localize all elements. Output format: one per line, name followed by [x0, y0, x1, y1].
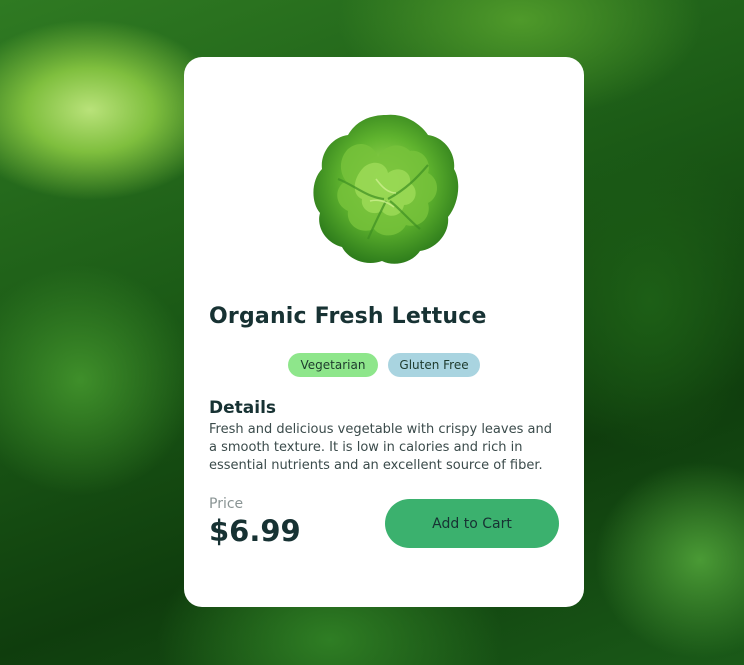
- product-title: Organic Fresh Lettuce: [209, 304, 487, 329]
- tag-list: Vegetarian Gluten Free: [288, 353, 480, 377]
- details-heading: Details: [209, 398, 277, 418]
- product-card: Organic Fresh Lettuce Vegetarian Gluten …: [184, 57, 584, 607]
- lettuce-image: [313, 114, 459, 264]
- price-label: Price: [209, 496, 244, 512]
- details-description: Fresh and delicious vegetable with crisp…: [209, 422, 552, 473]
- add-to-cart-button[interactable]: Add to Cart: [385, 499, 559, 548]
- tag-vegetarian: Vegetarian: [288, 353, 378, 377]
- tag-gluten-free: Gluten Free: [388, 353, 480, 377]
- price-value: $6.99: [209, 514, 301, 548]
